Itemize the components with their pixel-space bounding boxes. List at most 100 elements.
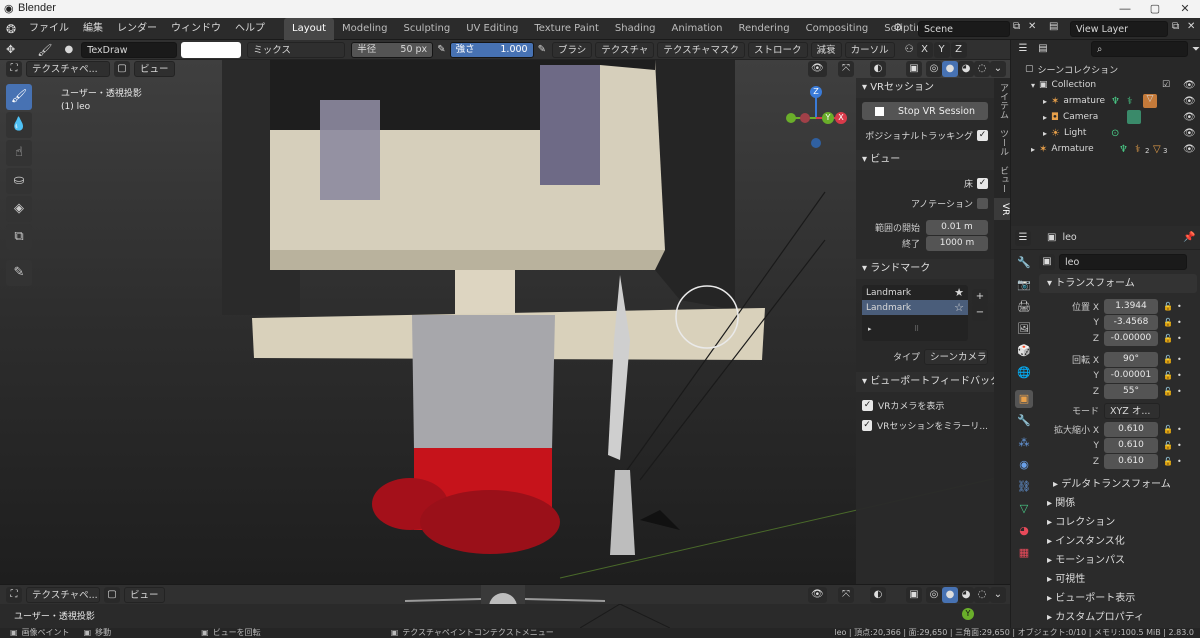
keyframe-dot-icon[interactable]: • — [1177, 441, 1182, 450]
tab-shading[interactable]: Shading — [607, 18, 664, 40]
keyframe-dot-icon[interactable]: • — [1177, 371, 1182, 380]
constraints-tab-icon[interactable]: ⛓ — [1015, 478, 1033, 496]
eye-icon[interactable]: 👁 — [1183, 144, 1196, 155]
blender-menu-icon[interactable]: ❂ — [0, 22, 22, 36]
show-vr-camera-checkbox[interactable]: ✓ — [862, 399, 873, 411]
outliner-search-input[interactable]: ⌕ — [1091, 41, 1188, 57]
lock-icon[interactable]: 🔓 — [1163, 302, 1173, 311]
tab-layout[interactable]: Layout — [284, 17, 334, 40]
mask-tool-button[interactable]: ⧉ — [6, 224, 32, 250]
outliner-item-armature[interactable]: ▸ ✶ armature ♆ ⚕ ▽ 👁 — [1011, 93, 1200, 109]
landmark-type-dropdown[interactable]: シーンカメラ — [924, 348, 988, 365]
add-landmark-button[interactable]: + — [972, 289, 988, 305]
render-tab-icon[interactable]: 📷 — [1015, 276, 1033, 294]
scene-icon[interactable]: ⚙ — [893, 21, 903, 34]
output-tab-icon[interactable]: 🖨 — [1015, 298, 1033, 316]
bone-icon[interactable]: ⚕ — [1135, 144, 1140, 155]
bottom-overlay-icon[interactable]: ◐ — [870, 587, 886, 603]
smear-tool-button[interactable]: ☝ — [6, 140, 32, 166]
lock-icon[interactable]: 🔓 — [1163, 441, 1173, 450]
shading-options-icon[interactable]: ⌄ — [990, 61, 1006, 77]
gizmo-neg-x[interactable] — [800, 113, 810, 123]
pose-icon[interactable]: ♆ — [1111, 96, 1120, 107]
checkbox-icon[interactable]: ☑ — [1162, 80, 1170, 90]
brush-name-field[interactable]: TexDraw — [81, 41, 178, 58]
visibility-header[interactable]: ▸ 可視性 — [1039, 570, 1197, 589]
keyframe-dot-icon[interactable]: • — [1177, 387, 1182, 396]
physics-tab-icon[interactable]: ◉ — [1015, 456, 1033, 474]
star-filled-icon[interactable]: ★ — [954, 286, 964, 299]
editor-type-icon[interactable]: ⛶ — [6, 586, 22, 603]
properties-editor-icon[interactable]: ☰ — [1015, 229, 1031, 246]
maximize-button[interactable]: ▢ — [1140, 0, 1170, 18]
scale-y-field[interactable]: 0.610 — [1104, 438, 1158, 453]
tab-item[interactable]: アイテム — [994, 78, 1010, 124]
eye-icon[interactable]: 👁 — [1183, 96, 1196, 107]
keyframe-dot-icon[interactable]: • — [1177, 302, 1182, 311]
texture-tab-icon[interactable]: ▦ — [1015, 544, 1033, 562]
viewport-display-header[interactable]: ▸ ビューポート表示 — [1039, 589, 1197, 608]
stroke-menu[interactable]: ストローク — [748, 41, 808, 58]
outliner-item-camera[interactable]: ▸ ◘ Camera 👁 — [1011, 109, 1200, 125]
pose-icon[interactable]: ♆ — [1119, 144, 1128, 155]
delta-transform-header[interactable]: ▸ デルタトランスフォーム — [1039, 475, 1197, 494]
remove-landmark-button[interactable]: − — [972, 305, 988, 321]
expand-icon[interactable]: ▸ — [1043, 113, 1047, 122]
floor-checkbox[interactable]: ✓ — [977, 177, 988, 189]
bottom-material-icon[interactable]: ◕ — [958, 587, 974, 603]
display-mode-icon[interactable]: ▤ — [1035, 41, 1051, 57]
collections-header[interactable]: ▸ コレクション — [1039, 513, 1197, 532]
keyframe-dot-icon[interactable]: • — [1177, 355, 1182, 364]
brush-menu[interactable]: ブラシ — [551, 41, 593, 58]
editor-type-icon[interactable]: ⛶ — [6, 61, 22, 77]
wireframe-shading-icon[interactable]: ◎ — [926, 61, 942, 77]
solid-shading-icon[interactable]: ● — [942, 61, 958, 77]
transform-section-header[interactable]: ▾ トランスフォーム — [1039, 274, 1197, 293]
tool-tab-icon[interactable]: 🔧 — [1015, 254, 1033, 272]
modifier-tab-icon[interactable]: 🔧 — [1015, 412, 1033, 430]
tab-modeling[interactable]: Modeling — [334, 18, 396, 40]
scale-z-field[interactable]: 0.610 — [1104, 454, 1158, 469]
bottom-xray-icon[interactable]: ▣ — [906, 587, 922, 603]
mask-toggle-icon[interactable]: ▢ — [114, 61, 130, 77]
lock-icon[interactable]: 🔓 — [1163, 334, 1173, 343]
location-x-field[interactable]: 1.3944 — [1104, 299, 1158, 314]
strength-slider[interactable]: 強さ 1.000 — [449, 41, 534, 58]
soften-tool-button[interactable]: 💧 — [6, 112, 32, 138]
list-item[interactable]: Landmark ☆ — [862, 300, 968, 315]
draw-tool-button[interactable]: 🖌 — [6, 84, 32, 110]
pressure-radius-icon[interactable]: ✎ — [437, 44, 445, 55]
blend-mode-dropdown[interactable]: ミックス — [247, 41, 346, 58]
xray-toggle-icon[interactable]: ▣ — [906, 61, 922, 77]
minimize-button[interactable]: — — [1110, 0, 1140, 18]
scene-selector[interactable]: Scene — [918, 21, 1010, 37]
instancing-header[interactable]: ▸ インスタンス化 — [1039, 532, 1197, 551]
bone-icon[interactable]: ⚕ — [1127, 96, 1132, 107]
camera-data-icon[interactable] — [1127, 110, 1141, 124]
expand-icon[interactable]: ▸ — [1043, 97, 1047, 106]
relations-header[interactable]: ▸ 関係 — [1039, 494, 1197, 513]
view-layer-selector[interactable]: View Layer — [1070, 21, 1168, 37]
tool-pivot-icon[interactable]: ✥ — [6, 43, 15, 56]
bottom-mode-selector[interactable]: テクスチャペ... — [26, 586, 100, 603]
mask-toggle-icon[interactable]: ▢ — [104, 586, 120, 603]
view-layer-tab-icon[interactable]: 🖼 — [1015, 320, 1033, 338]
vr-session-header[interactable]: ▾ VRセッション — [856, 78, 994, 98]
keyframe-dot-icon[interactable]: • — [1177, 457, 1182, 466]
object-name-field[interactable]: leo — [1059, 254, 1187, 270]
tab-texture-paint[interactable]: Texture Paint — [526, 18, 607, 40]
positional-tracking-checkbox[interactable]: ✓ — [977, 129, 988, 141]
object-type-icon[interactable]: ▣ — [1039, 254, 1055, 270]
tab-view[interactable]: ビュー — [994, 161, 1010, 198]
tab-vr[interactable]: VR — [994, 198, 1010, 221]
gizmo-toggle-icon[interactable]: ⤧ — [838, 61, 854, 77]
rotation-y-field[interactable]: -0.00001 — [1104, 368, 1158, 383]
menu-file[interactable]: ファイル — [22, 18, 76, 40]
mirror-z-toggle[interactable]: Z — [950, 41, 967, 58]
keyframe-dot-icon[interactable]: • — [1177, 425, 1182, 434]
list-resize-handle[interactable]: ⠿ — [914, 325, 919, 333]
particles-tab-icon[interactable]: ⁂ — [1015, 434, 1033, 452]
list-expand-icon[interactable]: ▸ — [868, 325, 872, 333]
gizmo-neg-y[interactable] — [786, 113, 796, 123]
tab-compositing[interactable]: Compositing — [798, 18, 877, 40]
